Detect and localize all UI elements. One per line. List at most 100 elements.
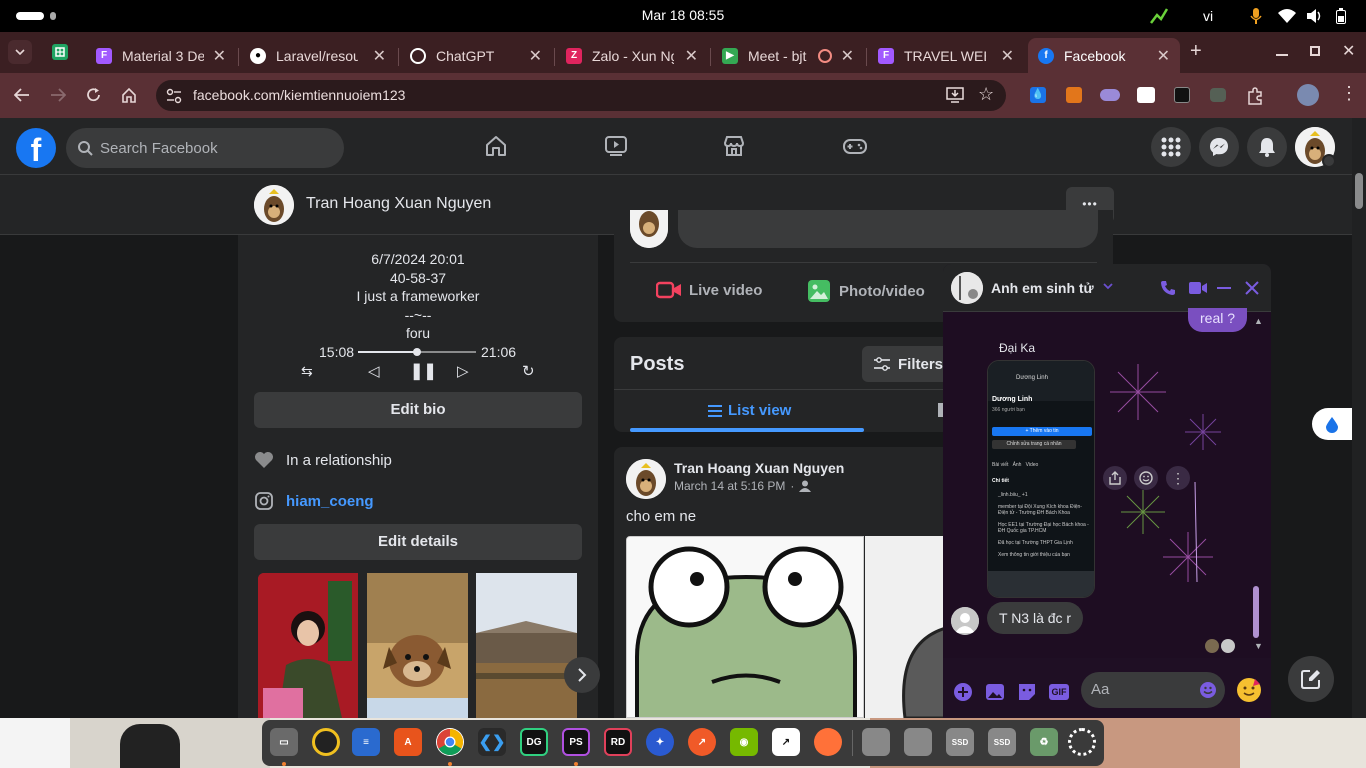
floating-assistant-button[interactable]	[1312, 408, 1352, 440]
tab-laravel[interactable]: ● Laravel/resou ✕	[240, 38, 396, 73]
post-author-name[interactable]: Tran Hoang Xuan Nguyen	[674, 460, 844, 476]
edit-bio-button[interactable]: Edit bio	[254, 392, 582, 428]
writer-icon[interactable]: ≡	[352, 728, 380, 756]
close-tab-icon[interactable]: ✕	[373, 46, 386, 66]
ssd-drive-icon[interactable]: SSD	[988, 728, 1016, 756]
close-window-button[interactable]: ✕	[1342, 41, 1355, 61]
extension-glasses-icon[interactable]	[1137, 87, 1155, 103]
account-chevron-icon[interactable]	[1322, 154, 1336, 168]
composer-avatar[interactable]	[630, 210, 668, 248]
browser-profile-avatar[interactable]	[1297, 84, 1319, 106]
gif-icon[interactable]: GIF	[1049, 684, 1069, 700]
emoji-icon[interactable]	[1199, 681, 1217, 699]
minimize-window-button[interactable]	[1276, 54, 1288, 56]
close-tab-icon[interactable]: ✕	[1157, 46, 1170, 66]
post-author-avatar[interactable]	[626, 459, 666, 499]
rider-icon[interactable]: RD	[604, 728, 632, 756]
messenger-button[interactable]	[1199, 127, 1239, 167]
message-input[interactable]: Aa	[1081, 672, 1225, 708]
firefox-icon[interactable]	[814, 728, 842, 756]
new-tab-button[interactable]: +	[1190, 40, 1202, 63]
marketplace-nav-icon[interactable]	[722, 134, 746, 158]
gaming-nav-icon[interactable]	[842, 134, 868, 158]
bookmark-star-icon[interactable]: ☆	[978, 84, 994, 105]
address-bar[interactable]: facebook.com/kiemtiennuoiem123 ☆	[156, 80, 1006, 111]
sticker-icon[interactable]	[1017, 682, 1037, 702]
react-message-button[interactable]	[1134, 466, 1158, 490]
chevron-down-icon[interactable]	[1103, 283, 1113, 290]
post-image-frog[interactable]	[626, 536, 864, 718]
featured-photo[interactable]	[258, 573, 358, 718]
phone-call-icon[interactable]	[1160, 280, 1176, 296]
video-call-icon[interactable]	[1189, 281, 1207, 295]
shared-screenshot-image[interactable]: Dương Linh Dương Linh 366 người bạn + Th…	[987, 360, 1095, 598]
group-avatar[interactable]	[951, 272, 983, 304]
scrollbar-thumb[interactable]	[1355, 173, 1363, 209]
back-icon[interactable]	[14, 88, 30, 102]
url-text[interactable]: facebook.com/kiemtiennuoiem123	[193, 87, 405, 103]
chat-scroll-up-icon[interactable]: ▲	[1254, 316, 1263, 326]
list-view-tab[interactable]: List view	[708, 402, 791, 419]
post-date[interactable]: March 14 at 5:16 PM	[674, 479, 785, 493]
extension-gamepad-icon[interactable]	[1100, 89, 1120, 101]
tab-zalo[interactable]: Z Zalo - Xun Ng ✕	[556, 38, 708, 73]
tab-facebook[interactable]: f Facebook ✕	[1028, 38, 1180, 73]
notifications-button[interactable]	[1247, 127, 1287, 167]
incoming-message-bubble[interactable]: T N3 là đc r	[987, 602, 1084, 634]
more-message-actions-icon[interactable]: ⋮	[1166, 466, 1190, 490]
chat-scrollbar-thumb[interactable]	[1253, 586, 1259, 638]
tab-chatgpt[interactable]: ChatGPT ✕	[400, 38, 552, 73]
nvidia-icon[interactable]: ◉	[730, 728, 758, 756]
show-apps-icon[interactable]	[1068, 728, 1096, 756]
page-scrollbar[interactable]	[1352, 118, 1366, 718]
tab-travel-web[interactable]: F TRAVEL WEB ✕	[868, 38, 1024, 73]
install-app-icon[interactable]	[946, 87, 964, 103]
ssd-drive-icon[interactable]: SSD	[946, 728, 974, 756]
site-info-icon[interactable]	[166, 88, 182, 104]
close-tab-icon[interactable]: ✕	[685, 46, 698, 66]
pinned-tab-sheets[interactable]	[52, 44, 68, 60]
profile-avatar[interactable]	[254, 185, 294, 225]
datagrip-icon[interactable]: DG	[520, 728, 548, 756]
tab-material3[interactable]: F Material 3 De ✕	[86, 38, 236, 73]
photos-next-button[interactable]	[564, 657, 600, 693]
quick-reaction-emoji[interactable]	[1237, 678, 1261, 702]
minimize-chat-icon[interactable]	[1217, 287, 1231, 289]
instagram-link[interactable]: hiam_coeng	[286, 493, 374, 510]
edit-details-button[interactable]: Edit details	[254, 524, 582, 560]
trash-icon[interactable]: ♻	[1030, 728, 1058, 756]
menu-button[interactable]	[1151, 127, 1191, 167]
extension-wand-icon[interactable]	[1174, 87, 1190, 103]
whats-on-your-mind-input[interactable]	[678, 210, 1098, 248]
tab-meet[interactable]: ▶ Meet - bjt ✕	[712, 38, 864, 73]
reload-icon[interactable]	[86, 87, 102, 103]
chat-title[interactable]: Anh em sinh tử	[991, 280, 1094, 296]
stocks-icon[interactable]: ↗	[772, 728, 800, 756]
featured-photo[interactable]	[367, 573, 468, 718]
phpstorm-icon[interactable]: PS	[562, 728, 590, 756]
extension-metamask-icon[interactable]	[1066, 87, 1082, 103]
drive-icon[interactable]	[904, 728, 932, 756]
extension-android-icon[interactable]	[1210, 88, 1226, 102]
input-language[interactable]: vi	[1203, 8, 1213, 24]
search-input[interactable]	[100, 128, 330, 168]
forward-icon[interactable]	[50, 88, 66, 102]
new-message-button[interactable]	[1288, 656, 1334, 702]
facebook-search[interactable]	[66, 128, 344, 168]
app-center-icon[interactable]: A	[394, 728, 422, 756]
home-icon[interactable]	[121, 87, 137, 103]
close-tab-icon[interactable]: ✕	[841, 46, 854, 66]
video-nav-icon[interactable]	[604, 134, 628, 158]
close-tab-icon[interactable]: ✕	[1001, 46, 1014, 66]
photo-video-button[interactable]: Photo/video	[807, 279, 925, 303]
close-tab-icon[interactable]: ✕	[213, 46, 226, 66]
add-attachment-icon[interactable]	[953, 682, 973, 702]
sender-avatar[interactable]	[951, 607, 979, 635]
outgoing-message-bubble[interactable]: real ?	[1188, 308, 1248, 332]
rhythmbox-icon[interactable]	[312, 728, 340, 756]
chrome-icon[interactable]	[436, 728, 464, 756]
drive-icon[interactable]	[862, 728, 890, 756]
live-video-button[interactable]: Live video	[656, 280, 762, 300]
browser-menu-icon[interactable]: ⋮	[1340, 83, 1358, 104]
home-nav-icon[interactable]	[484, 134, 508, 158]
